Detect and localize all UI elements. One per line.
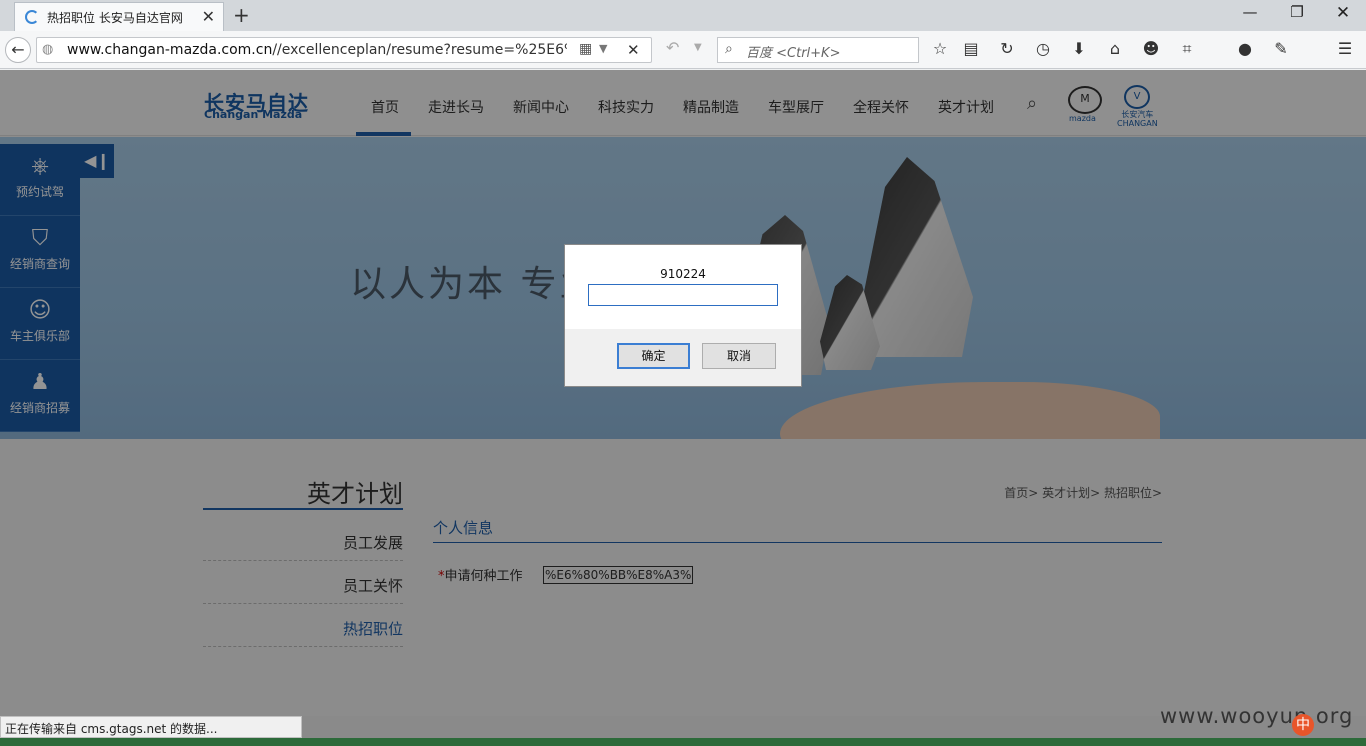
url-host: www.changan-mazda.com.cn — [67, 42, 273, 58]
stop-loading-icon[interactable]: ✕ — [627, 41, 640, 59]
download-icon[interactable]: ⬇ — [1068, 39, 1090, 58]
history-icon[interactable]: ◷ — [1032, 39, 1054, 58]
ime-indicator-icon[interactable]: 中 — [1292, 714, 1314, 736]
undo-icon[interactable]: ↶ — [666, 38, 679, 57]
watermark: www.wooyun.org — [1160, 704, 1354, 728]
new-tab-button[interactable]: + — [233, 3, 250, 27]
home-icon[interactable]: ⌂ — [1104, 39, 1126, 58]
close-tab-icon[interactable]: ✕ — [202, 7, 215, 26]
chat-icon[interactable]: ● — [1234, 39, 1256, 58]
tools-icon[interactable]: ✎ — [1270, 39, 1292, 58]
dialog-body: 910224 — [565, 245, 801, 329]
undo-dropdown-icon[interactable]: ▼ — [694, 42, 702, 53]
status-bar: 正在传输来自 cms.gtags.net 的数据... — [0, 716, 302, 738]
tab-title: 热招职位 长安马自达官网 — [47, 11, 183, 25]
modal-overlay — [0, 70, 1366, 716]
url-text[interactable]: www.changan-mazda.com.cn//excellenceplan… — [67, 42, 567, 58]
address-bar[interactable]: ◍ www.changan-mazda.com.cn//excellencepl… — [36, 37, 652, 63]
window-close-button[interactable]: ✕ — [1323, 3, 1363, 23]
menu-icon[interactable]: ☰ — [1334, 39, 1356, 58]
search-icon: ⌕ — [725, 41, 733, 57]
sync-icon[interactable]: ↻ — [996, 39, 1018, 58]
back-arrow-icon: ← — [11, 40, 25, 59]
window-maximize-button[interactable]: ❐ — [1277, 3, 1317, 21]
bookmark-star-icon[interactable]: ☆ — [929, 39, 951, 58]
search-box[interactable]: ⌕ 百度 <Ctrl+K> — [717, 37, 919, 63]
ok-button[interactable]: 确定 — [617, 343, 690, 369]
browser-tab[interactable]: 热招职位 长安马自达官网 ✕ — [14, 2, 224, 31]
cancel-button[interactable]: 取消 — [702, 343, 776, 369]
search-placeholder: 百度 <Ctrl+K> — [746, 46, 841, 61]
emoji-icon[interactable]: ☻ — [1140, 39, 1162, 58]
prompt-dialog: 910224 确定 取消 — [564, 244, 802, 387]
url-dropdown-icon[interactable]: ▼ — [599, 42, 607, 55]
loading-spinner-icon — [25, 10, 39, 24]
browser-tab-bar: 热招职位 长安马自达官网 ✕ + — ❐ ✕ — [0, 0, 1366, 31]
qr-code-icon[interactable]: ▦ — [579, 41, 592, 57]
crop-icon[interactable]: ⌗ — [1176, 39, 1198, 59]
back-button[interactable]: ← — [5, 37, 31, 63]
dialog-input[interactable] — [588, 284, 778, 306]
reader-icon[interactable]: ▤ — [960, 39, 982, 58]
os-taskbar — [0, 738, 1366, 746]
site-globe-icon: ◍ — [42, 42, 54, 57]
url-path: //excellenceplan/resume?resume=%25E6%258 — [272, 42, 567, 58]
dialog-message: 910224 — [660, 267, 706, 281]
window-minimize-button[interactable]: — — [1230, 3, 1270, 21]
